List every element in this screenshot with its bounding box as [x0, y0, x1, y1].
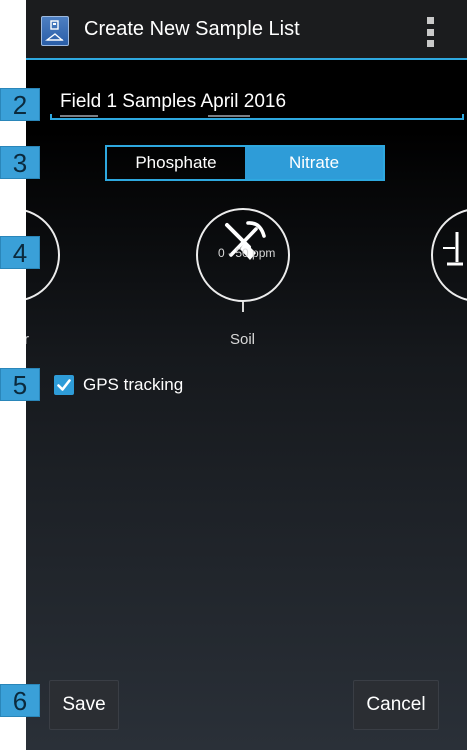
step-badge: 2 — [0, 88, 40, 121]
cancel-button[interactable]: Cancel — [353, 680, 439, 730]
app-icon[interactable] — [41, 16, 69, 46]
gps-tracking-label: GPS tracking — [83, 375, 184, 394]
list-name-value: Field 1 Samples April 2016 — [60, 91, 287, 112]
step-badge: 3 — [0, 146, 40, 179]
spellcheck-underline — [208, 115, 250, 117]
probe-item-soil[interactable]: 0 - 50 ppm — [196, 208, 290, 302]
probe-icon — [443, 232, 463, 266]
probe-item-right[interactable] — [431, 208, 467, 302]
probe-tick — [242, 302, 244, 312]
step-badge: 5 — [0, 368, 40, 401]
list-name-field[interactable]: Field 1 Samples April 2016 — [50, 88, 464, 120]
step-badge: 4 — [0, 236, 40, 269]
save-button[interactable]: Save — [49, 680, 119, 730]
measurement-toggle: Phosphate Nitrate — [105, 145, 385, 181]
probe-left-label: r — [26, 331, 29, 348]
screen-title: Create New Sample List — [84, 18, 300, 40]
gps-tracking-row[interactable]: GPS tracking — [54, 372, 183, 398]
segment-nitrate[interactable]: Nitrate — [245, 147, 383, 179]
spellcheck-underline — [60, 115, 98, 117]
segment-phosphate[interactable]: Phosphate — [107, 147, 245, 179]
probe-soil-range: 0 - 50 ppm — [218, 246, 276, 260]
gps-checkbox[interactable] — [54, 375, 74, 395]
step-badge: 6 — [0, 684, 40, 717]
overflow-menu-icon[interactable] — [424, 17, 436, 47]
field-underline — [50, 118, 464, 120]
checkmark-icon — [57, 379, 71, 391]
action-bar: Create New Sample List — [26, 0, 467, 60]
phone-screen: Create New Sample List Field 1 Samples A… — [26, 0, 467, 750]
probe-soil-label: Soil — [230, 331, 256, 348]
